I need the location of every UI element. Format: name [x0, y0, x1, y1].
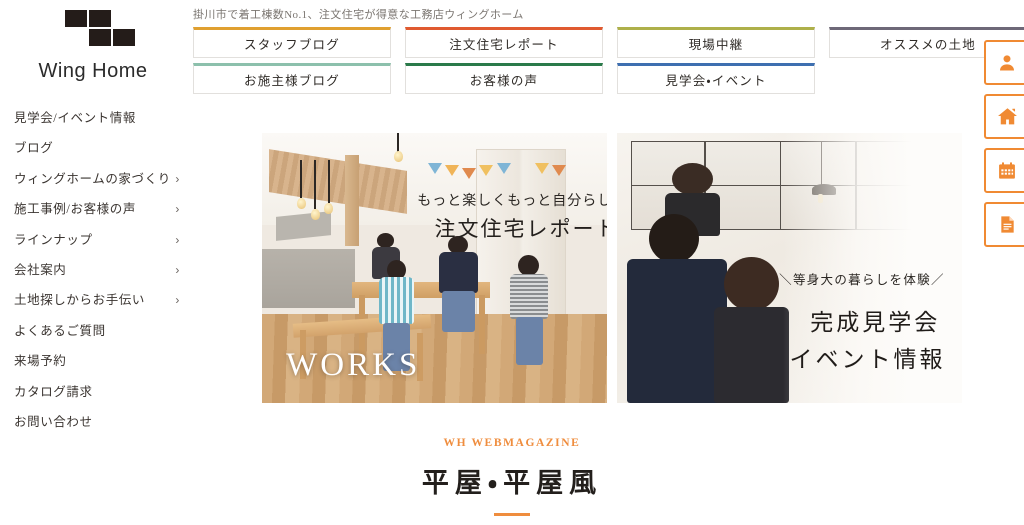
site-tagline: 掛川市で着工棟数No.1、注文住宅が得意な工務店ウィングホーム	[193, 9, 524, 21]
family-father-baby-mother-photo: ＼等身大の暮らしを体験／ 完成見学会 イベント情報	[617, 133, 962, 403]
chevron-right-icon: ›	[175, 262, 180, 277]
sidebar-item-works[interactable]: 施工事例/お客様の声 ›	[14, 194, 186, 224]
topnav-customer-voice[interactable]: お客様の声	[405, 63, 603, 94]
hero-card-open-house[interactable]: ＼等身大の暮らしを体験／ 完成見学会 イベント情報	[617, 133, 962, 403]
sidebar-item-visitreservation[interactable]: 来場予約	[14, 346, 186, 376]
sidebar-item-housebuilding[interactable]: ウィングホームの家づくり ›	[14, 164, 186, 194]
sidebar-item-label: 来場予約	[14, 354, 67, 369]
site-logo[interactable]: Wing Home	[0, 10, 186, 83]
person-figure	[438, 235, 479, 339]
webmagazine-section: WH WEBMAGAZINE 平屋・平屋風	[0, 437, 1024, 516]
topnav-label: 見学会・イベント	[665, 74, 767, 88]
calendar-icon	[997, 161, 1017, 181]
topnav-label: 注文住宅レポート	[449, 38, 559, 52]
sidebar-item-label: 施工事例/お客様の声	[14, 202, 136, 217]
person-figure	[713, 257, 790, 403]
sidebar-item-label: ウィングホームの家づくり	[14, 171, 171, 186]
sidebar-item-events[interactable]: 見学会/イベント情報	[14, 103, 186, 133]
topnav-label: オススメの土地	[880, 38, 976, 52]
catalog-request-button[interactable]	[984, 202, 1024, 247]
event-calendar-button[interactable]	[984, 148, 1024, 193]
visit-reservation-button[interactable]	[984, 40, 1024, 85]
sidebar-item-label: カタログ請求	[14, 384, 93, 399]
four-squares-logo-icon	[65, 10, 135, 48]
top-category-nav: スタッフブログ 注文住宅レポート 現場中継 オススメの土地 お施主様ブログ お客…	[193, 27, 1024, 99]
sidebar-item-label: ラインナップ	[14, 232, 93, 247]
topnav-label: お施主様ブログ	[244, 74, 340, 88]
person-figure	[510, 254, 549, 374]
sidebar-item-blog[interactable]: ブログ	[14, 133, 186, 163]
hero-left-title: 注文住宅レポート	[434, 216, 608, 241]
model-house-button[interactable]	[984, 94, 1024, 139]
chevron-right-icon: ›	[175, 293, 180, 308]
top-nav-row-1: スタッフブログ 注文住宅レポート 現場中継 オススメの土地	[193, 27, 1024, 58]
person-figure	[627, 214, 728, 403]
page-root: Wing Home 見学会/イベント情報 ブログ ウィングホームの家づくり › …	[0, 0, 1024, 525]
sidebar-item-contact[interactable]: お問い合わせ	[14, 407, 186, 437]
hero-card-works[interactable]: もっと楽しくもっと自分らしく 注文住宅レポート WORKS	[262, 133, 607, 403]
section-divider	[494, 513, 530, 516]
sidebar-item-label: 土地探しからお手伝い	[14, 293, 146, 308]
chevron-right-icon: ›	[175, 202, 180, 217]
topnav-label: 現場中継	[688, 38, 744, 52]
sidebar-item-landsearch[interactable]: 土地探しからお手伝い ›	[14, 285, 186, 315]
sidebar-item-label: 見学会/イベント情報	[14, 111, 136, 125]
person-icon	[997, 53, 1017, 73]
webmagazine-kicker: WH WEBMAGAZINE	[443, 437, 581, 449]
sidebar-item-label: 会社案内	[14, 262, 67, 277]
house-icon	[997, 106, 1018, 127]
sidebar-item-company[interactable]: 会社案内 ›	[14, 255, 186, 285]
chevron-right-icon: ›	[175, 232, 180, 247]
document-icon	[998, 215, 1017, 234]
family-dining-kitchen-photo: もっと楽しくもっと自分らしく 注文住宅レポート WORKS	[262, 133, 607, 403]
sidebar-nav: 見学会/イベント情報 ブログ ウィングホームの家づくり › 施工事例/お客様の声…	[14, 103, 186, 437]
chevron-right-icon: ›	[175, 171, 180, 186]
sidebar-item-lineup[interactable]: ラインナップ ›	[14, 225, 186, 255]
topnav-label: スタッフブログ	[244, 38, 340, 52]
topnav-label: お客様の声	[469, 74, 539, 88]
floating-action-bar	[984, 40, 1024, 256]
sidebar-item-label: よくあるご質問	[14, 323, 106, 338]
topnav-site-live[interactable]: 現場中継	[617, 27, 815, 58]
site-logo-text: Wing Home	[38, 60, 148, 82]
hero-left-subtitle: もっと楽しくもっと自分らしく	[417, 193, 607, 209]
topnav-staff-blog[interactable]: スタッフブログ	[193, 27, 391, 58]
hero-right-title-line1: 完成見学会	[810, 310, 941, 336]
sidebar-item-label: ブログ	[14, 141, 54, 156]
topnav-custom-home-report[interactable]: 注文住宅レポート	[405, 27, 603, 58]
hero-right-subtitle: ＼等身大の暮らしを体験／	[779, 273, 945, 288]
hero-left-caption: WORKS	[286, 347, 421, 384]
topnav-owner-blog[interactable]: お施主様ブログ	[193, 63, 391, 94]
topnav-open-house-event[interactable]: 見学会・イベント	[617, 63, 815, 94]
sidebar-item-faq[interactable]: よくあるご質問	[14, 316, 186, 346]
hero-right-title-line2: イベント情報	[789, 346, 946, 372]
top-nav-row-2: お施主様ブログ お客様の声 見学会・イベント	[193, 63, 988, 94]
sidebar-item-label: お問い合わせ	[14, 414, 93, 429]
webmagazine-title: 平屋・平屋風	[421, 468, 603, 498]
sidebar-item-catalog[interactable]: カタログ請求	[14, 377, 186, 407]
hero-banners: もっと楽しくもっと自分らしく 注文住宅レポート WORKS ＼等身大の暮らしを体…	[262, 133, 962, 403]
